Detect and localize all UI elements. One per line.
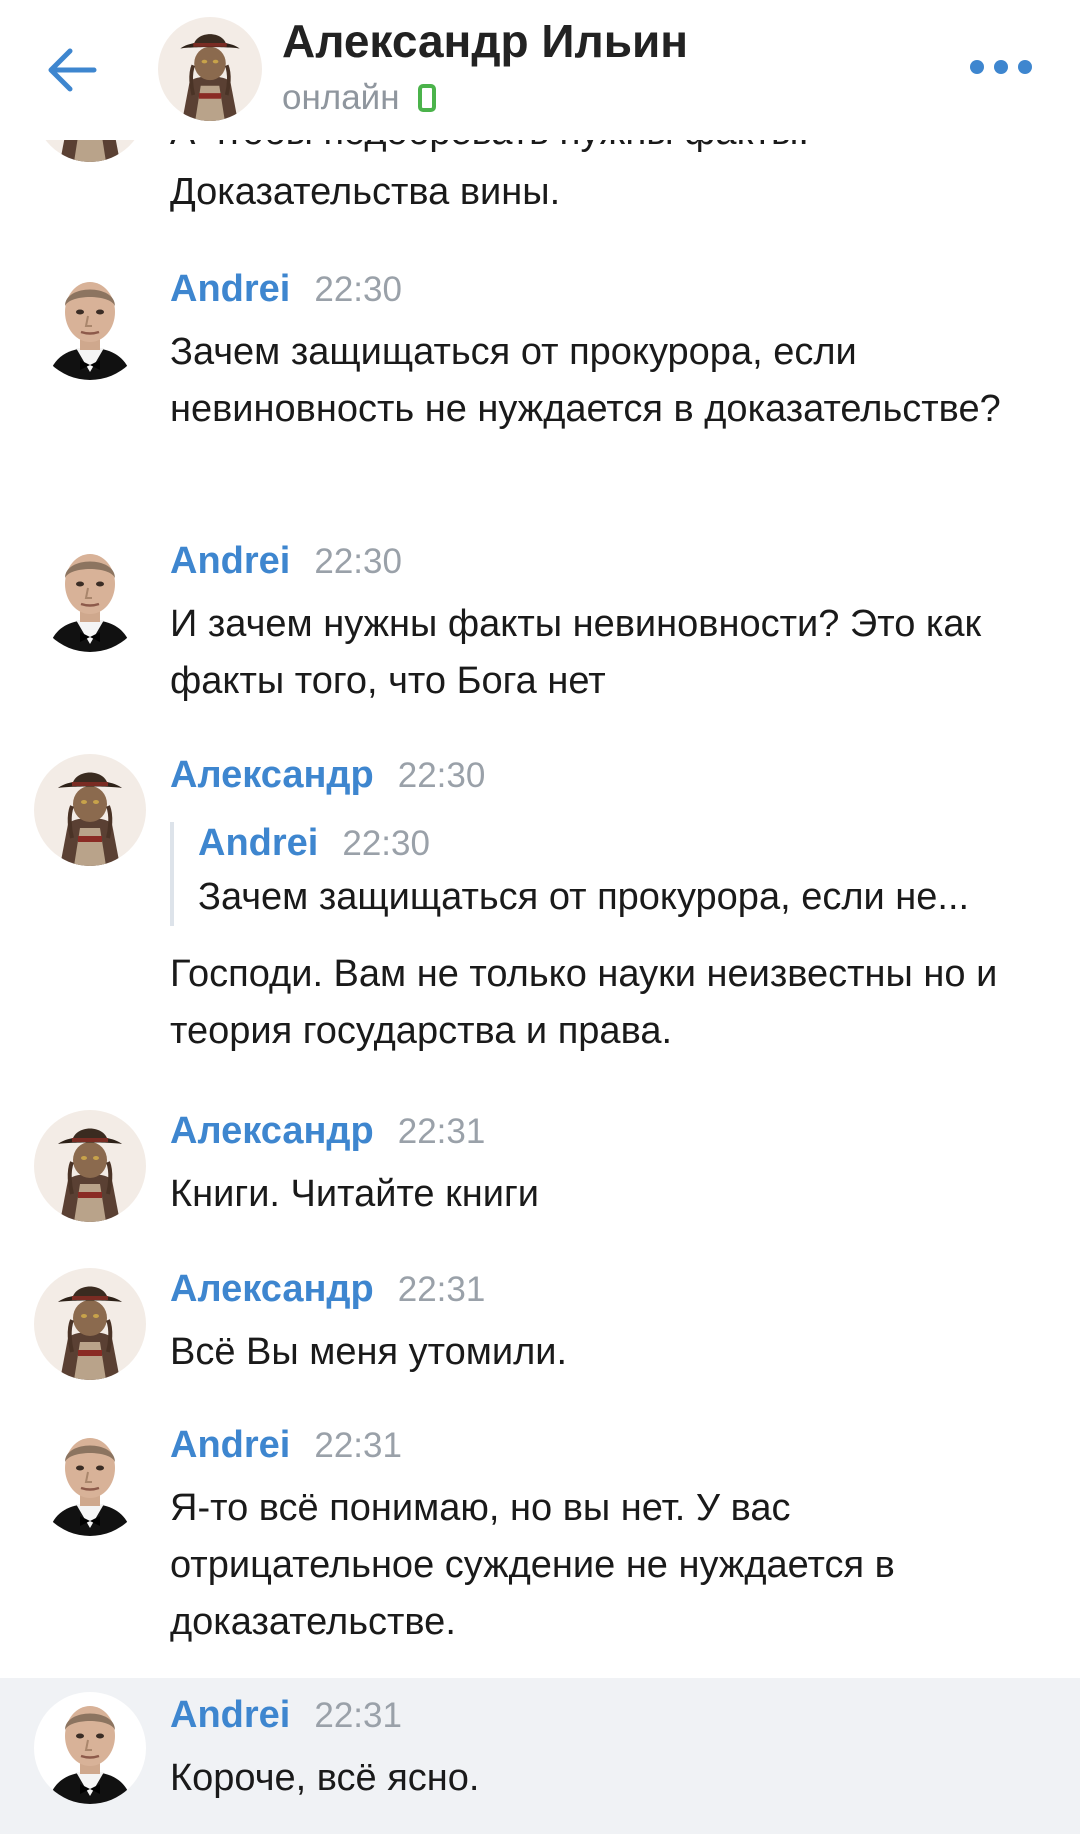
message-text: Господи. Вам не только науки неизвестны … <box>170 953 998 1052</box>
reply-author: Andrei <box>198 822 319 864</box>
message-text: И зачем нужны факты невиновности? Это ка… <box>170 603 982 702</box>
message-author[interactable]: Andrei <box>170 540 290 583</box>
reply-time: 22:30 <box>342 824 430 863</box>
avatar[interactable] <box>34 1110 146 1222</box>
back-button[interactable] <box>40 38 104 102</box>
message-time: 22:30 <box>314 542 402 581</box>
message-text: Всё Вы меня утомили. <box>170 1331 568 1373</box>
status-text: онлайн <box>282 78 400 117</box>
message-time: 22:31 <box>397 1112 486 1151</box>
message-feed[interactable]: А чтобы подобревать нужны факты. Доказат… <box>0 0 1080 1834</box>
message-item[interactable]: Andrei 22:31 Я-то всё понимаю, но вы нет… <box>0 1418 1080 1658</box>
avatar[interactable] <box>34 540 146 652</box>
reply-text: Зачем защищаться от прокурора, если не..… <box>198 876 970 918</box>
message-time: 22:30 <box>397 756 486 795</box>
avatar[interactable] <box>34 754 146 866</box>
message-time: 22:30 <box>314 270 402 309</box>
message-text: Короче, всё ясно. <box>170 1757 480 1799</box>
chat-status: онлайн <box>282 78 436 118</box>
message-author[interactable]: Александр <box>170 1268 374 1311</box>
avatar[interactable] <box>34 1268 146 1380</box>
chat-avatar[interactable] <box>158 17 262 121</box>
chat-header: Александр Ильин онлайн <box>0 0 1080 140</box>
message-item[interactable]: Александр 22:30 Andrei 22:30 Зачем защищ… <box>0 748 1080 1068</box>
avatar[interactable] <box>34 1424 146 1536</box>
reply-quote[interactable]: Andrei 22:30 Зачем защищаться от прокуро… <box>170 822 1040 926</box>
message-time: 22:31 <box>314 1696 402 1735</box>
message-author[interactable]: Andrei <box>170 268 290 311</box>
chat-title[interactable]: Александр Ильин <box>282 14 688 68</box>
message-item[interactable]: Andrei 22:31 Короче, всё ясно. <box>0 1678 1080 1834</box>
more-dots-icon <box>970 60 1032 74</box>
message-text: Доказательства вины. <box>170 171 561 213</box>
message-time: 22:31 <box>397 1270 486 1309</box>
message-text: Зачем защищаться от прокурора, если неви… <box>170 331 1001 430</box>
message-author[interactable]: Александр <box>170 754 374 797</box>
message-time: 22:31 <box>314 1426 402 1465</box>
more-button[interactable] <box>968 52 1034 82</box>
arrow-left-icon <box>48 48 97 92</box>
message-author[interactable]: Александр <box>170 1110 374 1153</box>
avatar[interactable] <box>34 1692 146 1804</box>
mobile-online-icon <box>417 84 436 112</box>
avatar[interactable] <box>34 268 146 380</box>
message-author[interactable]: Andrei <box>170 1694 290 1737</box>
message-item[interactable]: Александр 22:31 Книги. Читайте книги <box>0 1104 1080 1234</box>
message-text: Книги. Читайте книги <box>170 1173 540 1215</box>
message-item[interactable]: Александр 22:31 Всё Вы меня утомили. <box>0 1262 1080 1392</box>
message-text: Я-то всё понимаю, но вы нет. У вас отриц… <box>170 1487 895 1643</box>
message-item[interactable]: Andrei 22:30 Зачем защищаться от прокуро… <box>0 262 1080 502</box>
message-author[interactable]: Andrei <box>170 1424 290 1467</box>
message-item[interactable]: Andrei 22:30 И зачем нужны факты невинов… <box>0 534 1080 714</box>
